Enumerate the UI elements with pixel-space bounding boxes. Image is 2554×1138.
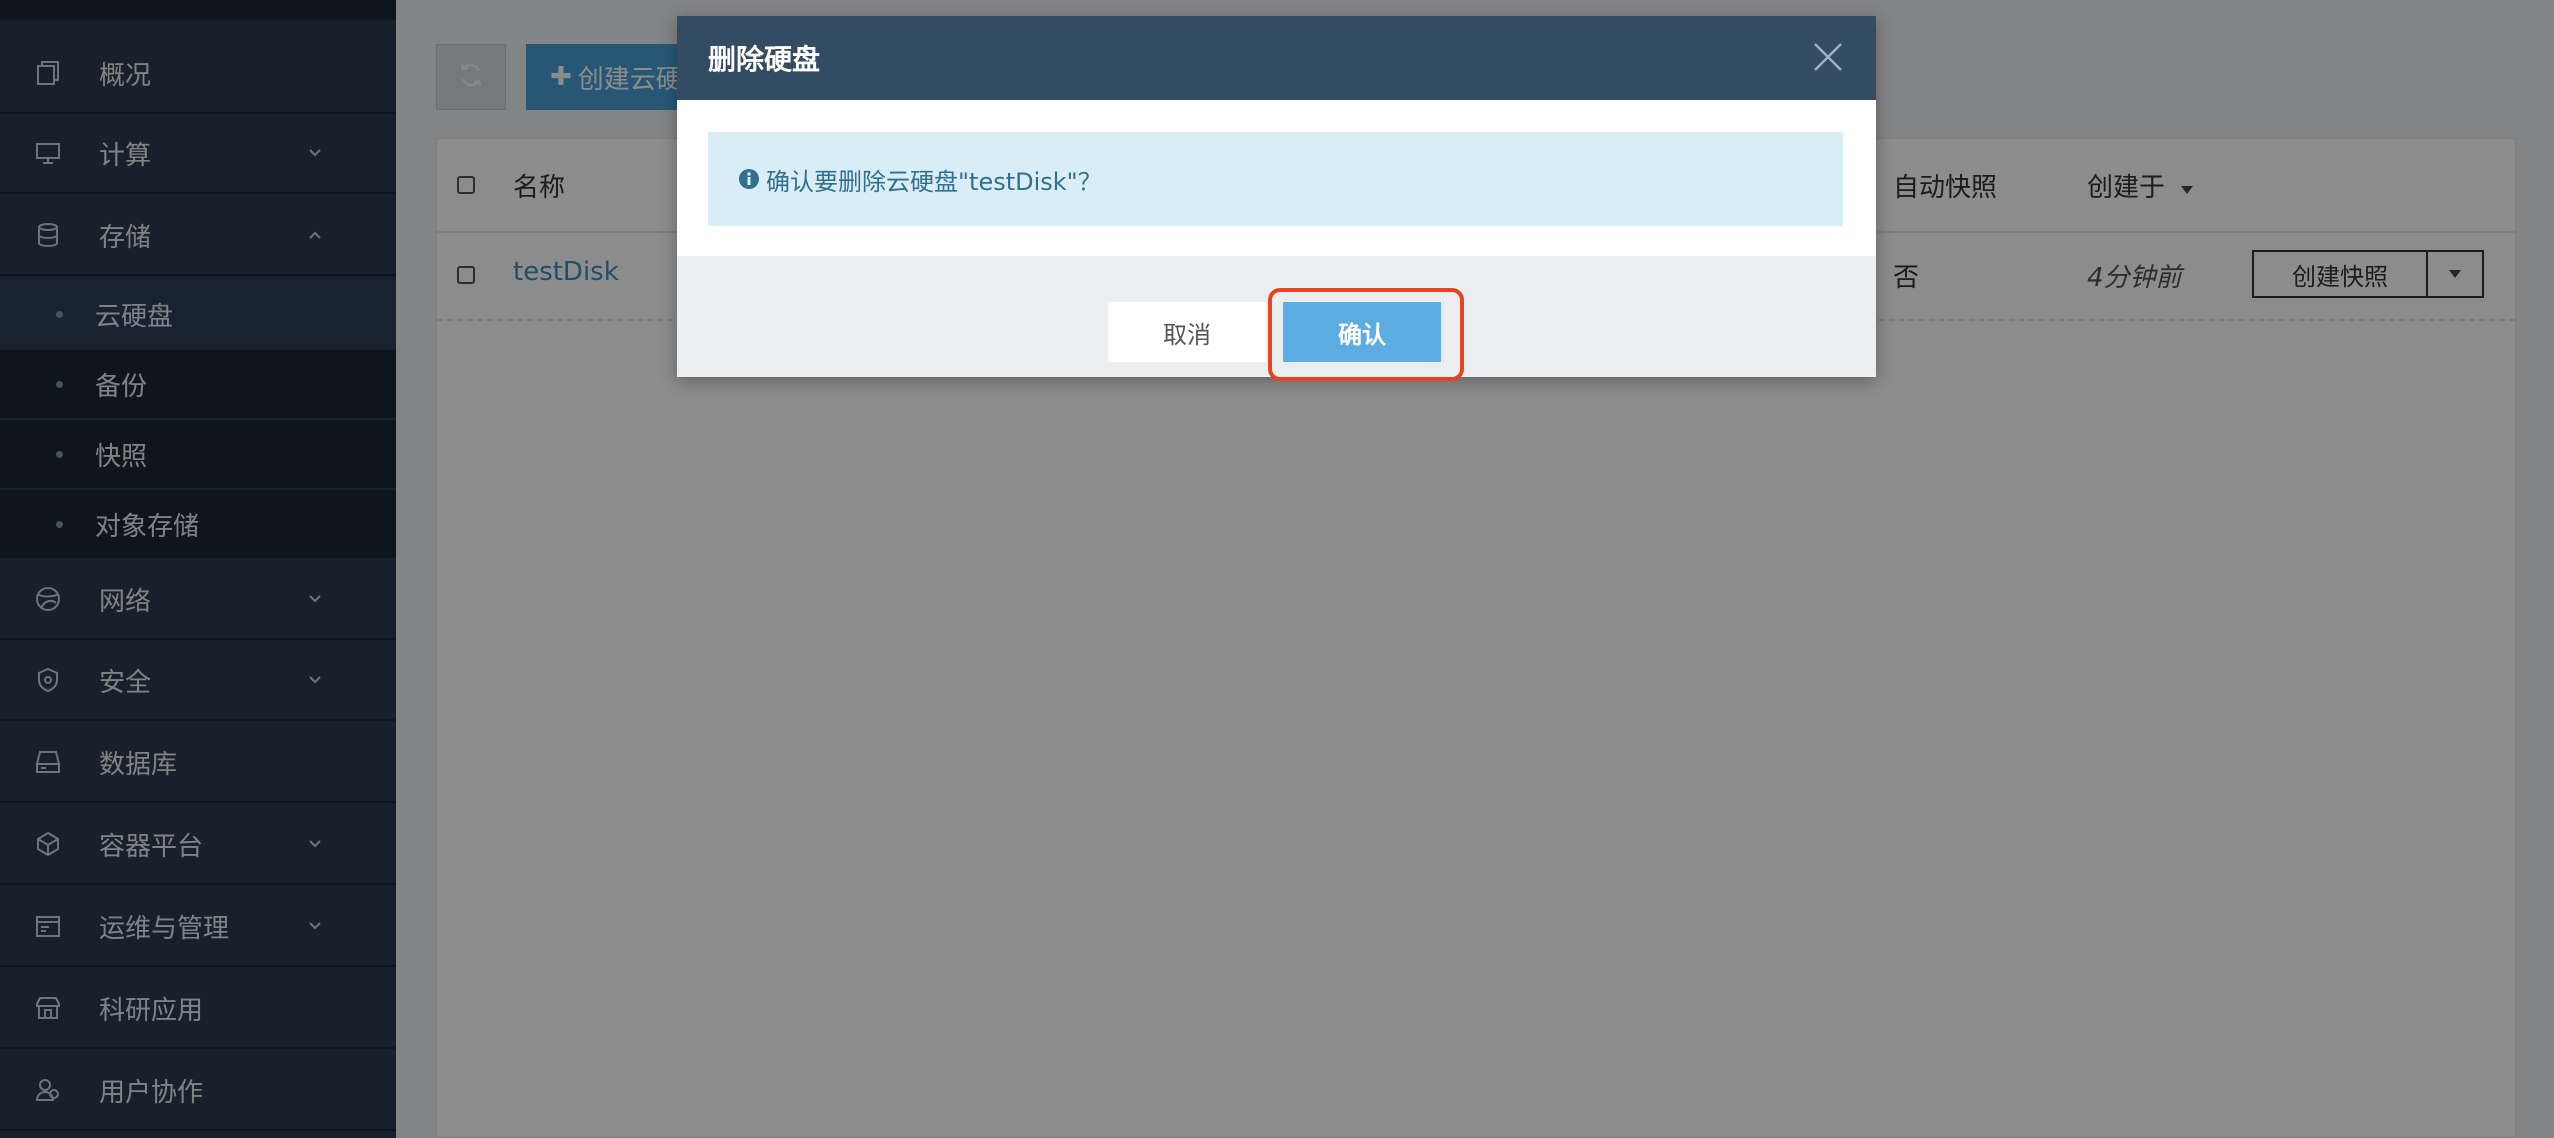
cancel-button[interactable]: 取消: [1108, 302, 1266, 362]
modal-footer: 取消 确认: [677, 256, 1876, 381]
modal-title: 删除硬盘: [708, 43, 821, 76]
close-icon[interactable]: [1811, 40, 1845, 74]
confirm-message: 确认要删除云硬盘"testDisk"？: [766, 167, 1102, 196]
info-icon: [738, 168, 760, 190]
modal-header: 删除硬盘: [677, 16, 1876, 100]
confirm-highlight-box: [1268, 288, 1464, 381]
confirm-alert: 确认要删除云硬盘"testDisk"？: [708, 132, 1843, 226]
delete-disk-modal: 删除硬盘 确认要删除云硬盘"testDisk"？ 取消 确认: [677, 16, 1876, 381]
